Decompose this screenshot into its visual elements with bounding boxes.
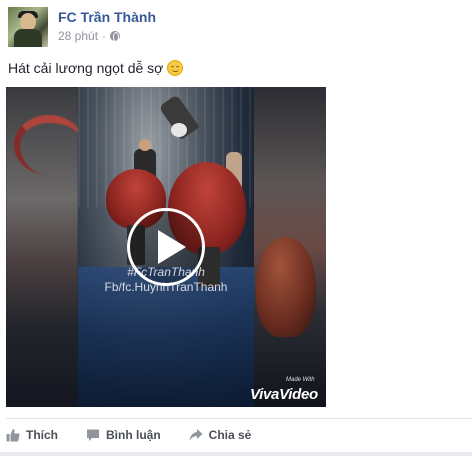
action-divider	[6, 418, 472, 419]
share-button[interactable]: Chia sẻ	[189, 428, 252, 442]
made-with-label: Made With	[286, 377, 315, 383]
meta-separator: ·	[102, 29, 107, 43]
card-bottom-edge	[0, 452, 472, 456]
page-name-link[interactable]: FC Trần Thành	[58, 8, 156, 26]
post-subline: 28 phút ·	[58, 28, 156, 44]
globe-icon[interactable]	[110, 31, 121, 42]
like-button[interactable]: Thích	[6, 428, 58, 442]
video-left-blur	[6, 87, 84, 407]
post-header: FC Trần Thành 28 phút ·	[8, 7, 156, 47]
thumbs-up-icon	[6, 429, 20, 442]
post-message: Hát cải lương ngọt dễ sợ	[8, 59, 184, 77]
aerial-performer-head	[171, 123, 187, 137]
avatar[interactable]	[8, 7, 48, 47]
share-label: Chia sẻ	[208, 428, 252, 442]
video-watermark-fanpage: Fb/fc.HuynhTranThanh	[104, 280, 228, 294]
post-message-text: Hát cải lương ngọt dễ sợ	[8, 60, 164, 76]
avatar-body	[14, 29, 42, 47]
video-right-blur	[254, 87, 326, 407]
post-actions: Thích Bình luận Chia sẻ	[6, 425, 279, 445]
smiling-face-emoji-icon	[167, 60, 184, 76]
comment-icon	[87, 429, 99, 441]
performer-head	[139, 139, 151, 151]
comment-label: Bình luận	[106, 428, 161, 442]
facebook-post: FC Trần Thành 28 phút · Hát cải lương ng…	[0, 0, 472, 456]
comment-button[interactable]: Bình luận	[86, 428, 161, 442]
vivavideo-logo: VivaVideo	[250, 386, 318, 403]
post-timestamp[interactable]: 28 phút	[58, 28, 98, 44]
share-icon	[189, 429, 203, 441]
like-label: Thích	[26, 428, 58, 442]
video-watermark-hashtag: #FcTranThanh	[127, 265, 205, 279]
post-meta: FC Trần Thành 28 phút ·	[58, 7, 156, 47]
video-player[interactable]: #FcTranThanh Fb/fc.HuynhTranThanh Made W…	[6, 87, 326, 407]
